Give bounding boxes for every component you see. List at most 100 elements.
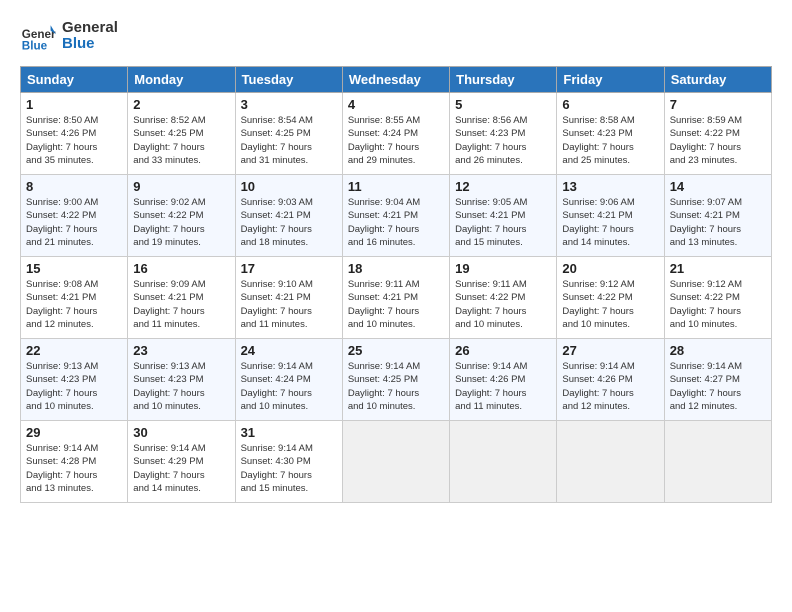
calendar-day-cell: 29 Sunrise: 9:14 AM Sunset: 4:28 PM Dayli… [21, 421, 128, 503]
calendar-day-cell: 13 Sunrise: 9:06 AM Sunset: 4:21 PM Dayli… [557, 175, 664, 257]
calendar-day-cell: 9Sunrise: 9:02 AM Sunset: 4:22 PM Daylig… [128, 175, 235, 257]
calendar-day-cell: 18Sunrise: 9:11 AM Sunset: 4:21 PM Dayli… [342, 257, 449, 339]
day-info: Sunrise: 8:56 AM Sunset: 4:23 PM Dayligh… [455, 114, 551, 167]
logo: General Blue General Blue [20, 18, 118, 54]
calendar-day-cell: 27Sunrise: 9:14 AM Sunset: 4:26 PM Dayli… [557, 339, 664, 421]
weekday-header: Monday [128, 67, 235, 93]
day-info: Sunrise: 9:11 AM Sunset: 4:21 PM Dayligh… [348, 278, 444, 331]
calendar-day-cell: 31 Sunrise: 9:14 AM Sunset: 4:30 PM Dayli… [235, 421, 342, 503]
calendar-week-row: 15 Sunrise: 9:08 AM Sunset: 4:21 PM Dayli… [21, 257, 772, 339]
day-info: Sunrise: 9:13 AM Sunset: 4:23 PM Dayligh… [133, 360, 229, 413]
day-info: Sunrise: 9:09 AM Sunset: 4:21 PM Dayligh… [133, 278, 229, 331]
day-number: 4 [348, 97, 444, 112]
day-info: Sunrise: 8:54 AM Sunset: 4:25 PM Dayligh… [241, 114, 337, 167]
day-info: Sunrise: 9:08 AM Sunset: 4:21 PM Dayligh… [26, 278, 122, 331]
day-info: Sunrise: 9:12 AM Sunset: 4:22 PM Dayligh… [562, 278, 658, 331]
calendar-day-cell: 16 Sunrise: 9:09 AM Sunset: 4:21 PM Dayli… [128, 257, 235, 339]
day-number: 3 [241, 97, 337, 112]
calendar-day-cell: 23 Sunrise: 9:13 AM Sunset: 4:23 PM Dayli… [128, 339, 235, 421]
header: General Blue General Blue [20, 18, 772, 54]
calendar-day-cell: 28Sunrise: 9:14 AM Sunset: 4:27 PM Dayli… [664, 339, 771, 421]
day-info: Sunrise: 9:14 AM Sunset: 4:29 PM Dayligh… [133, 442, 229, 495]
day-number: 27 [562, 343, 658, 358]
day-info: Sunrise: 9:14 AM Sunset: 4:28 PM Dayligh… [26, 442, 122, 495]
day-info: Sunrise: 8:50 AM Sunset: 4:26 PM Dayligh… [26, 114, 122, 167]
day-number: 9 [133, 179, 229, 194]
day-info: Sunrise: 9:14 AM Sunset: 4:26 PM Dayligh… [455, 360, 551, 413]
day-number: 2 [133, 97, 229, 112]
calendar-day-cell: 17 Sunrise: 9:10 AM Sunset: 4:21 PM Dayli… [235, 257, 342, 339]
weekday-header: Friday [557, 67, 664, 93]
calendar-day-cell: 15 Sunrise: 9:08 AM Sunset: 4:21 PM Dayli… [21, 257, 128, 339]
calendar-day-cell: 10 Sunrise: 9:03 AM Sunset: 4:21 PM Dayli… [235, 175, 342, 257]
day-number: 10 [241, 179, 337, 194]
day-info: Sunrise: 9:13 AM Sunset: 4:23 PM Dayligh… [26, 360, 122, 413]
day-info: Sunrise: 8:52 AM Sunset: 4:25 PM Dayligh… [133, 114, 229, 167]
day-info: Sunrise: 9:12 AM Sunset: 4:22 PM Dayligh… [670, 278, 766, 331]
calendar-day-cell: 2 Sunrise: 8:52 AM Sunset: 4:25 PM Daylig… [128, 93, 235, 175]
weekday-header: Tuesday [235, 67, 342, 93]
day-info: Sunrise: 8:55 AM Sunset: 4:24 PM Dayligh… [348, 114, 444, 167]
day-number: 13 [562, 179, 658, 194]
calendar-day-cell: 8Sunrise: 9:00 AM Sunset: 4:22 PM Daylig… [21, 175, 128, 257]
calendar-day-cell [557, 421, 664, 503]
day-number: 23 [133, 343, 229, 358]
day-number: 15 [26, 261, 122, 276]
calendar-day-cell: 24 Sunrise: 9:14 AM Sunset: 4:24 PM Dayli… [235, 339, 342, 421]
day-number: 28 [670, 343, 766, 358]
day-number: 20 [562, 261, 658, 276]
calendar-day-cell: 14Sunrise: 9:07 AM Sunset: 4:21 PM Dayli… [664, 175, 771, 257]
calendar-day-cell: 5 Sunrise: 8:56 AM Sunset: 4:23 PM Daylig… [450, 93, 557, 175]
weekday-header: Wednesday [342, 67, 449, 93]
calendar-day-cell: 21 Sunrise: 9:12 AM Sunset: 4:22 PM Dayli… [664, 257, 771, 339]
day-number: 19 [455, 261, 551, 276]
day-number: 24 [241, 343, 337, 358]
day-number: 8 [26, 179, 122, 194]
day-number: 16 [133, 261, 229, 276]
logo-general: General [62, 20, 118, 37]
calendar-day-cell [664, 421, 771, 503]
day-number: 25 [348, 343, 444, 358]
day-info: Sunrise: 9:05 AM Sunset: 4:21 PM Dayligh… [455, 196, 551, 249]
day-info: Sunrise: 9:06 AM Sunset: 4:21 PM Dayligh… [562, 196, 658, 249]
logo-icon: General Blue [20, 18, 56, 54]
day-info: Sunrise: 8:58 AM Sunset: 4:23 PM Dayligh… [562, 114, 658, 167]
calendar-day-cell: 6 Sunrise: 8:58 AM Sunset: 4:23 PM Daylig… [557, 93, 664, 175]
day-info: Sunrise: 9:03 AM Sunset: 4:21 PM Dayligh… [241, 196, 337, 249]
day-number: 26 [455, 343, 551, 358]
calendar-day-cell: 1Sunrise: 8:50 AM Sunset: 4:26 PM Daylig… [21, 93, 128, 175]
day-number: 29 [26, 425, 122, 440]
calendar-day-cell: 4 Sunrise: 8:55 AM Sunset: 4:24 PM Daylig… [342, 93, 449, 175]
day-number: 11 [348, 179, 444, 194]
day-info: Sunrise: 9:14 AM Sunset: 4:24 PM Dayligh… [241, 360, 337, 413]
svg-text:Blue: Blue [22, 40, 48, 53]
calendar-day-cell: 25 Sunrise: 9:14 AM Sunset: 4:25 PM Dayli… [342, 339, 449, 421]
day-number: 12 [455, 179, 551, 194]
calendar-table: SundayMondayTuesdayWednesdayThursdayFrid… [20, 66, 772, 503]
day-number: 6 [562, 97, 658, 112]
day-info: Sunrise: 9:14 AM Sunset: 4:30 PM Dayligh… [241, 442, 337, 495]
calendar-day-cell [450, 421, 557, 503]
calendar-day-cell: 20 Sunrise: 9:12 AM Sunset: 4:22 PM Dayli… [557, 257, 664, 339]
logo-blue: Blue [62, 36, 118, 53]
day-info: Sunrise: 9:10 AM Sunset: 4:21 PM Dayligh… [241, 278, 337, 331]
day-number: 5 [455, 97, 551, 112]
calendar-day-cell: 11 Sunrise: 9:04 AM Sunset: 4:21 PM Dayli… [342, 175, 449, 257]
day-info: Sunrise: 9:04 AM Sunset: 4:21 PM Dayligh… [348, 196, 444, 249]
calendar-day-cell: 19 Sunrise: 9:11 AM Sunset: 4:22 PM Dayli… [450, 257, 557, 339]
calendar-day-cell: 22Sunrise: 9:13 AM Sunset: 4:23 PM Dayli… [21, 339, 128, 421]
calendar-day-cell: 3 Sunrise: 8:54 AM Sunset: 4:25 PM Daylig… [235, 93, 342, 175]
day-number: 21 [670, 261, 766, 276]
calendar-week-row: 29 Sunrise: 9:14 AM Sunset: 4:28 PM Dayli… [21, 421, 772, 503]
day-number: 17 [241, 261, 337, 276]
day-info: Sunrise: 9:14 AM Sunset: 4:25 PM Dayligh… [348, 360, 444, 413]
calendar-day-cell: 30 Sunrise: 9:14 AM Sunset: 4:29 PM Dayli… [128, 421, 235, 503]
day-info: Sunrise: 9:07 AM Sunset: 4:21 PM Dayligh… [670, 196, 766, 249]
calendar-day-cell: 12 Sunrise: 9:05 AM Sunset: 4:21 PM Dayli… [450, 175, 557, 257]
calendar-day-cell [342, 421, 449, 503]
day-number: 31 [241, 425, 337, 440]
day-info: Sunrise: 8:59 AM Sunset: 4:22 PM Dayligh… [670, 114, 766, 167]
day-number: 30 [133, 425, 229, 440]
day-info: Sunrise: 9:11 AM Sunset: 4:22 PM Dayligh… [455, 278, 551, 331]
calendar-week-row: 22Sunrise: 9:13 AM Sunset: 4:23 PM Dayli… [21, 339, 772, 421]
